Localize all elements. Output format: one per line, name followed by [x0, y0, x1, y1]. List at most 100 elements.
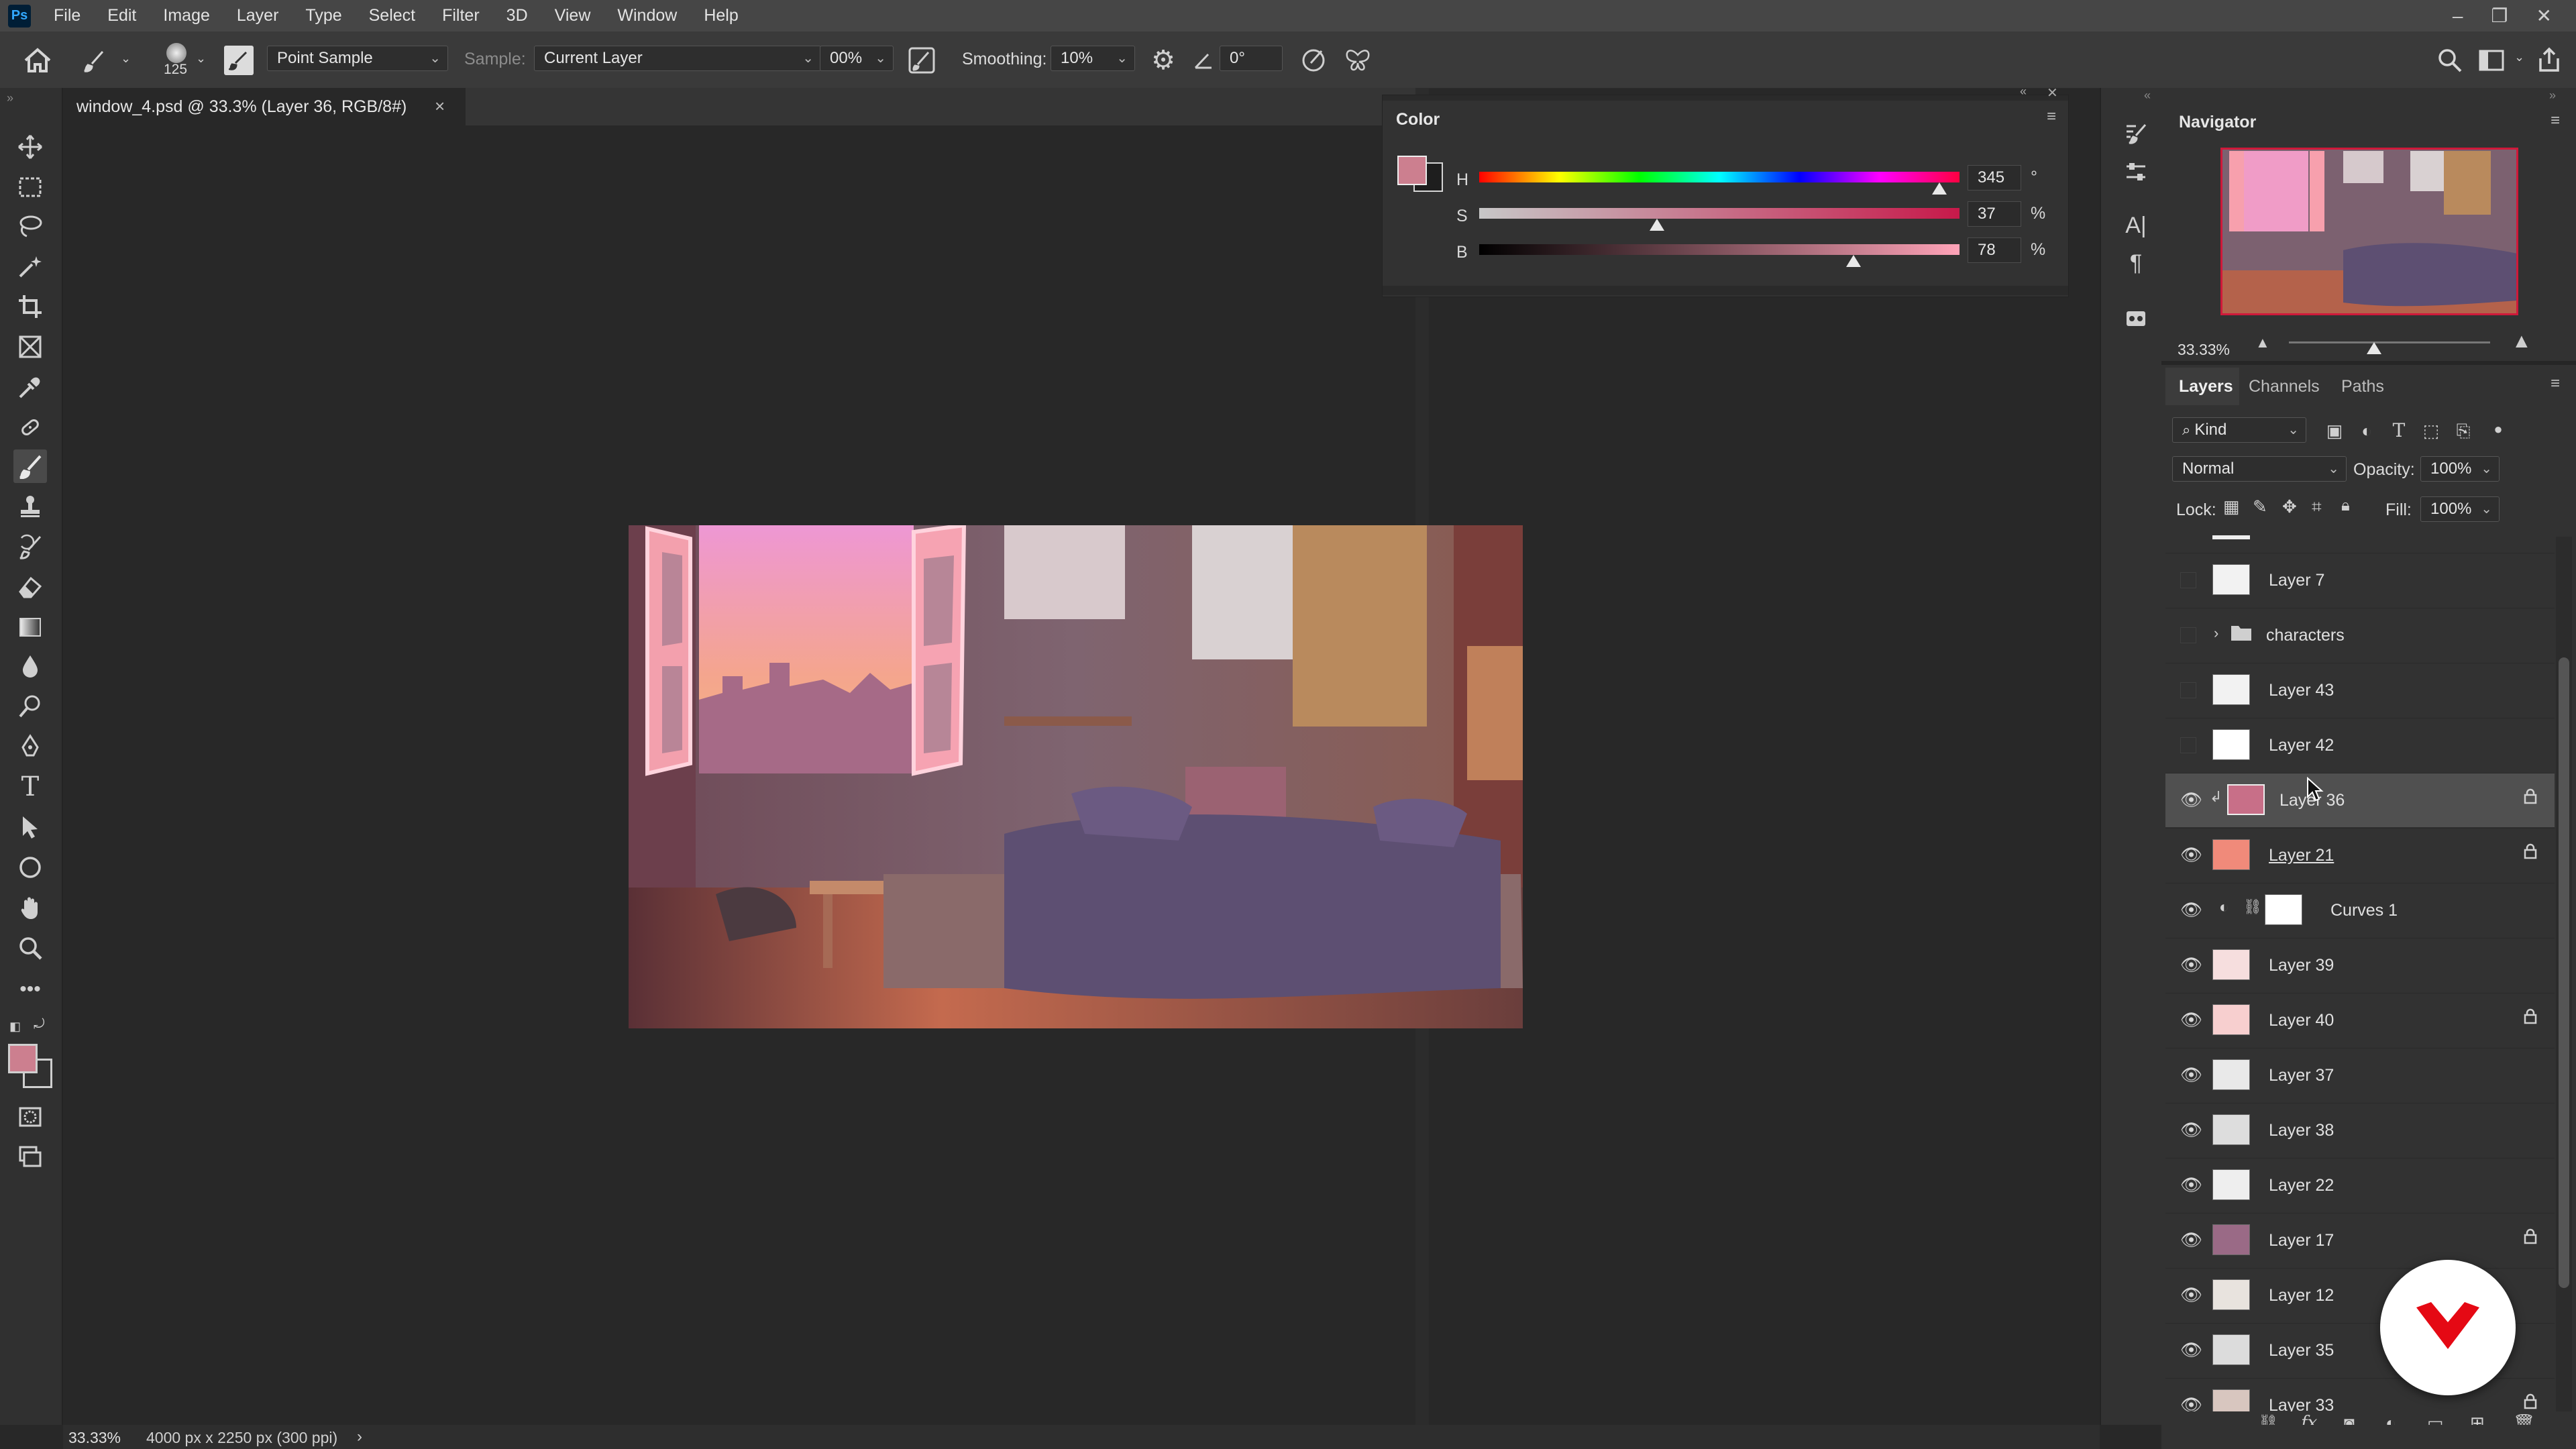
layer-thumbnail[interactable]	[2227, 784, 2265, 815]
visibility-toggle-empty[interactable]	[2180, 627, 2196, 643]
sample-layer-select[interactable]: Current Layer ⌄	[534, 46, 821, 71]
gradient-tool-icon[interactable]	[13, 610, 47, 644]
visibility-eye-icon[interactable]: 👁︎	[2180, 845, 2202, 865]
foreground-color-swatch[interactable]	[8, 1044, 38, 1073]
layer-row[interactable]: 👁︎ Layer 33	[2165, 1378, 2555, 1414]
brush-tool-preset-icon[interactable]	[79, 46, 110, 76]
layer-name[interactable]: characters	[2266, 626, 2345, 645]
visibility-toggle-empty[interactable]	[2180, 682, 2196, 698]
layer-name[interactable]: Layer 12	[2269, 1286, 2334, 1305]
document-tab-close-icon[interactable]: ×	[435, 96, 445, 117]
layer-row[interactable]: 👁︎ Layer 21	[2165, 828, 2555, 882]
menu-edit[interactable]: Edit	[107, 6, 136, 25]
crop-tool-icon[interactable]	[13, 290, 47, 323]
navigator-menu-icon[interactable]: ≡	[2551, 111, 2560, 130]
layer-row[interactable]: 👁︎ ↲ Layer 36	[2165, 773, 2555, 827]
lock-image-pixels-icon[interactable]: ✎	[2253, 498, 2267, 515]
layer-thumbnail[interactable]	[2212, 564, 2250, 595]
filter-shape-icon[interactable]: ⬚	[2418, 417, 2445, 444]
color-panel-close-icon[interactable]: ✕	[2047, 85, 2058, 101]
layer-fill-field[interactable]: 100% ⌄	[2420, 496, 2500, 522]
menu-filter[interactable]: Filter	[442, 6, 480, 25]
hue-value-field[interactable]: 345	[1968, 165, 2021, 191]
saturation-value-field[interactable]: 37	[1968, 201, 2021, 227]
layer-thumbnail[interactable]	[2212, 1389, 2250, 1414]
zoom-tool-icon[interactable]	[13, 931, 47, 965]
mask-link-icon[interactable]: ⛓	[2243, 898, 2262, 916]
smoothing-field[interactable]: 10% ⌄	[1051, 46, 1135, 71]
layer-name[interactable]: Layer 22	[2269, 1176, 2334, 1195]
layer-row[interactable]: 👁︎ Layer 39	[2165, 938, 2555, 992]
healing-brush-tool-icon[interactable]	[13, 411, 47, 444]
smoothing-settings-gear-icon[interactable]: ⚙	[1147, 44, 1179, 76]
layer-name[interactable]: Layer 40	[2269, 1011, 2334, 1030]
hand-tool-icon[interactable]	[13, 891, 47, 924]
clone-stamp-tool-icon[interactable]	[13, 490, 47, 523]
layer-name[interactable]: Layer 21	[2269, 846, 2334, 865]
zoom-in-icon[interactable]: ▲	[2512, 330, 2532, 353]
menu-view[interactable]: View	[555, 6, 591, 25]
hue-slider-thumb[interactable]	[1931, 182, 1947, 195]
zoom-out-icon[interactable]: ▲	[2255, 334, 2270, 352]
brush-settings-panel-icon[interactable]	[224, 46, 254, 75]
search-icon[interactable]	[2434, 44, 2466, 76]
layer-mask-thumbnail[interactable]	[2265, 894, 2302, 925]
visibility-eye-icon[interactable]: 👁︎	[2180, 1175, 2202, 1195]
layers-scrollbar[interactable]	[2556, 537, 2572, 1415]
navigator-zoom-slider[interactable]	[2289, 341, 2490, 343]
brush-preset-chevron-icon[interactable]: ⌄	[121, 52, 131, 64]
tab-channels[interactable]: Channels	[2249, 377, 2320, 396]
visibility-eye-icon[interactable]: 👁︎	[2180, 1285, 2202, 1305]
layer-name[interactable]: Layer 37	[2269, 1066, 2334, 1085]
layer-row[interactable]: 👁︎ Layer 38	[2165, 1103, 2555, 1157]
color-panel-menu-icon[interactable]: ≡	[2047, 107, 2056, 126]
visibility-toggle-empty[interactable]	[2180, 737, 2196, 753]
workspace-icon[interactable]	[2475, 44, 2508, 76]
swap-colors-icon[interactable]: ⤾	[34, 1017, 45, 1032]
menu-layer[interactable]: Layer	[237, 6, 279, 25]
magic-wand-tool-icon[interactable]	[13, 250, 47, 283]
marquee-tool-icon[interactable]	[13, 170, 47, 204]
libraries-icon[interactable]	[2120, 302, 2152, 334]
layer-name[interactable]: Layer 35	[2269, 1341, 2334, 1360]
menu-window[interactable]: Window	[617, 6, 677, 25]
visibility-eye-icon[interactable]: 👁︎	[2180, 1340, 2202, 1360]
brightness-slider[interactable]	[1479, 244, 1960, 255]
brush-size-chevron-icon[interactable]: ⌄	[196, 52, 206, 64]
filter-type-icon[interactable]: T	[2385, 417, 2412, 444]
sample-size-select[interactable]: Point Sample ⌄	[267, 46, 448, 71]
layer-thumbnail[interactable]	[2212, 949, 2250, 980]
layer-name[interactable]: Layer 38	[2269, 1121, 2334, 1140]
layer-thumbnail[interactable]	[2212, 1169, 2250, 1200]
navigator-zoom-thumb[interactable]	[2367, 342, 2381, 354]
menu-type[interactable]: Type	[305, 6, 341, 25]
layer-thumbnail[interactable]	[2212, 1059, 2250, 1090]
blend-mode-select[interactable]: Normal ⌄	[2172, 456, 2347, 482]
color-panel-foreground-swatch[interactable]	[1397, 156, 1427, 185]
layer-row[interactable]: 👁︎ ◐ ⛓ Curves 1	[2165, 883, 2555, 937]
lock-all-icon[interactable]: 🔒︎	[2341, 498, 2350, 514]
layer-row[interactable]: 👁︎ Layer 22	[2165, 1158, 2555, 1212]
menu-image[interactable]: Image	[163, 6, 209, 25]
canvas-artwork[interactable]	[629, 525, 1523, 1028]
layer-name[interactable]: Layer 39	[2269, 956, 2334, 975]
brush-tool-icon[interactable]	[13, 449, 47, 483]
home-icon[interactable]	[20, 43, 55, 78]
layer-opacity-field[interactable]: 100% ⌄	[2420, 456, 2500, 482]
layer-row[interactable]: › characters	[2165, 608, 2555, 662]
brush-settings-icon[interactable]	[2120, 118, 2152, 150]
pen-tool-icon[interactable]	[13, 730, 47, 763]
screen-mode-icon[interactable]	[13, 1140, 47, 1174]
minimize-icon[interactable]: –	[2453, 5, 2463, 27]
brightness-value-field[interactable]: 78	[1968, 237, 2021, 263]
ellipse-tool-icon[interactable]	[13, 851, 47, 884]
eyedropper-tool-icon[interactable]	[13, 370, 47, 404]
layer-row[interactable]: 👁︎ Layer 40	[2165, 993, 2555, 1047]
menu-file[interactable]: File	[54, 6, 80, 25]
type-tool-icon[interactable]: T	[13, 770, 47, 804]
pressure-opacity-icon[interactable]	[906, 44, 938, 76]
blur-tool-icon[interactable]	[13, 649, 47, 683]
workspace-chevron-icon[interactable]: ⌄	[2514, 51, 2524, 63]
adjustments-icon[interactable]	[2120, 156, 2152, 188]
layer-thumbnail[interactable]	[2212, 839, 2250, 870]
